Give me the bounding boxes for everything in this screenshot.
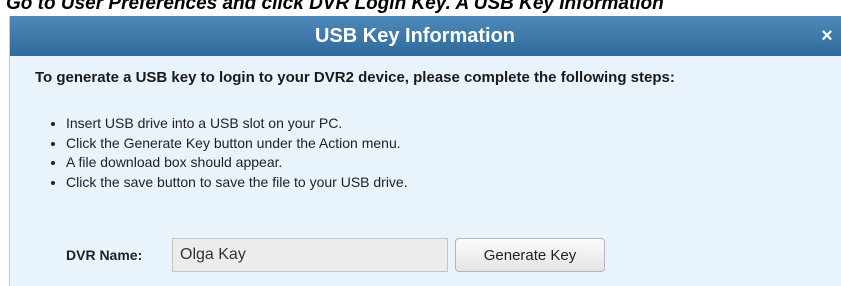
intro-text: To generate a USB key to login to your D… [35,69,675,86]
step-item: Insert USB drive into a USB slot on your… [66,114,408,134]
dialog-titlebar: USB Key Information × [10,16,841,56]
step-item: Click the Generate Key button under the … [66,134,408,154]
usb-key-dialog: USB Key Information × To generate a USB … [9,16,841,286]
steps-list: Insert USB drive into a USB slot on your… [46,114,408,192]
instruction-caption: Go to User Preferences and click DVR Log… [6,0,664,14]
step-item: A file download box should appear. [66,153,408,173]
dvr-name-field[interactable] [172,238,448,272]
step-item: Click the save button to save the file t… [66,173,408,193]
generate-key-button[interactable]: Generate Key [455,238,605,272]
dialog-title: USB Key Information [314,25,516,47]
dvr-name-label: DVR Name: [66,247,143,263]
close-icon[interactable]: × [818,25,836,47]
